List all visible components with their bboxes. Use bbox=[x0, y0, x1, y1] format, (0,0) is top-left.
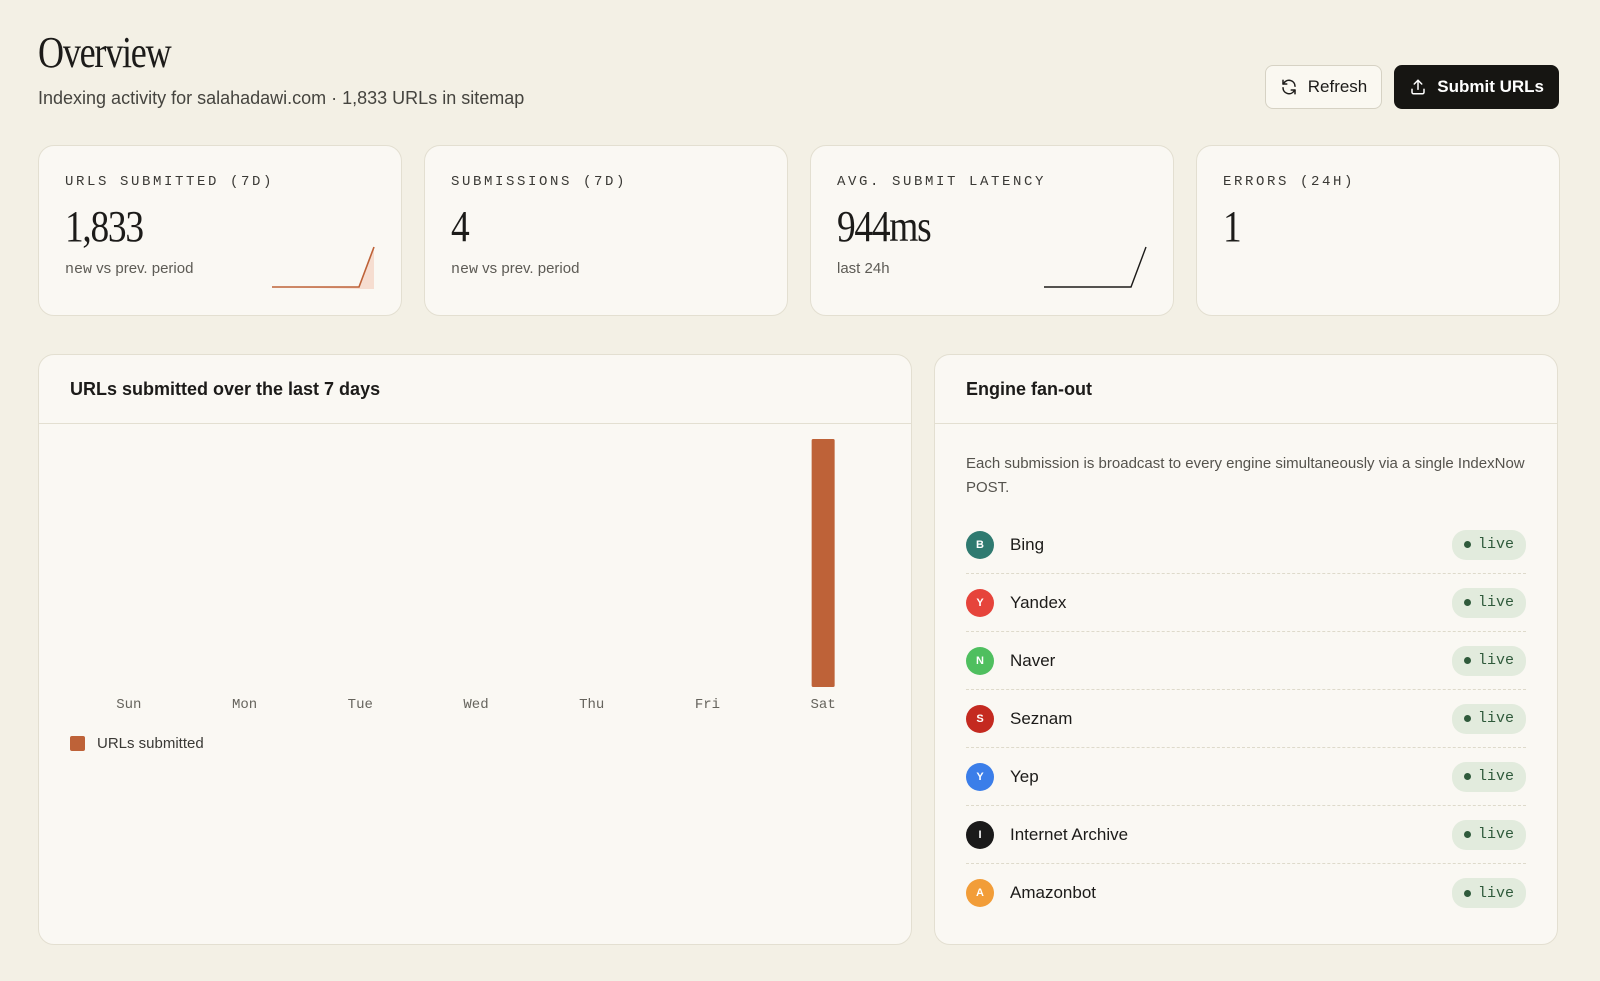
page-header: Overview Indexing activity for salahadaw… bbox=[38, 28, 524, 109]
status-dot-icon bbox=[1463, 715, 1471, 722]
stat-card-submissions: SUBMISSIONS (7D) 4 new vs prev. period bbox=[424, 145, 788, 316]
engine-row: S Seznam live bbox=[966, 690, 1526, 748]
x-tick-label-fri: Fri bbox=[695, 697, 720, 713]
chart-panel-title: URLs submitted over the last 7 days bbox=[39, 355, 911, 424]
stat-value: 944ms bbox=[837, 202, 932, 251]
status-text: live bbox=[1477, 594, 1514, 611]
live-status-badge: live bbox=[1451, 587, 1526, 618]
x-tick-label-sat: Sat bbox=[811, 697, 836, 713]
engine-name: Seznam bbox=[1010, 708, 1073, 728]
submit-urls-button-label: Submit URLs bbox=[1437, 77, 1544, 96]
urls-chart-panel: URLs submitted over the last 7 days Sun M… bbox=[38, 354, 912, 945]
stat-note-mono: new bbox=[65, 261, 93, 278]
submit-urls-button[interactable]: Submit URLs bbox=[1394, 65, 1559, 109]
stat-value: 1 bbox=[1223, 202, 1242, 251]
engine-name: Amazonbot bbox=[1010, 883, 1096, 902]
engine-avatar: B bbox=[966, 530, 994, 559]
page-subtitle: Indexing activity for salahadawi.com · 1… bbox=[38, 88, 525, 108]
engine-name: Naver bbox=[1010, 650, 1056, 670]
status-dot-icon bbox=[1463, 831, 1471, 838]
urls-bar-chart: Sun Mon Tue Wed Thu Fri Sat bbox=[116, 439, 836, 713]
engine-avatar: S bbox=[966, 704, 994, 733]
refresh-button-label: Refresh bbox=[1307, 77, 1368, 96]
engine-name: Yandex bbox=[1010, 592, 1067, 612]
chart-legend: URLs submitted bbox=[70, 735, 204, 752]
engine-row: N Naver live bbox=[966, 632, 1526, 690]
x-tick-label-wed: Wed bbox=[463, 697, 488, 713]
stat-label: URLS SUBMITTED (7D) bbox=[65, 174, 275, 190]
engine-name: Yep bbox=[1010, 766, 1039, 786]
status-text: live bbox=[1477, 710, 1514, 727]
x-tick-label-mon: Mon bbox=[232, 697, 257, 713]
live-status-badge: live bbox=[1451, 878, 1526, 908]
engine-avatar: I bbox=[966, 820, 994, 849]
upload-icon bbox=[1411, 79, 1426, 95]
engine-row: B Bing live bbox=[966, 516, 1526, 574]
engine-name: Bing bbox=[1010, 534, 1045, 554]
header-actions: Refresh Submit URLs bbox=[1264, 65, 1559, 109]
refresh-button[interactable]: Refresh bbox=[1264, 65, 1383, 109]
engine-row: I Internet Archive live bbox=[966, 806, 1526, 864]
status-text: live bbox=[1477, 768, 1514, 785]
status-text: live bbox=[1477, 826, 1514, 843]
status-dot-icon bbox=[1463, 657, 1471, 664]
stat-note-text: last 24h bbox=[837, 260, 890, 277]
refresh-icon bbox=[1281, 79, 1296, 95]
stat-card-avg-latency: AVG. SUBMIT LATENCY 944ms last 24h bbox=[810, 145, 1174, 316]
live-status-badge: live bbox=[1451, 529, 1526, 560]
stat-card-urls-submitted: URLS SUBMITTED (7D) 1,833 new vs prev. p… bbox=[38, 145, 402, 316]
status-dot-icon bbox=[1463, 773, 1471, 780]
legend-swatch bbox=[70, 736, 85, 751]
x-tick-label-thu: Thu bbox=[579, 697, 604, 713]
engine-avatar: A bbox=[966, 879, 994, 907]
stat-card-errors: ERRORS (24H) 1 bbox=[1196, 145, 1560, 316]
status-dot-icon bbox=[1463, 541, 1471, 548]
engine-row: A Amazonbot live bbox=[966, 864, 1526, 922]
status-dot-icon bbox=[1463, 889, 1471, 897]
stat-note-text: vs prev. period bbox=[92, 260, 194, 277]
engine-avatar: Y bbox=[966, 762, 994, 791]
status-text: live bbox=[1477, 536, 1514, 553]
stat-value: 1,833 bbox=[65, 202, 144, 251]
engine-row: Y Yep live bbox=[966, 748, 1526, 806]
sparkline-urls-submitted bbox=[272, 246, 375, 289]
engine-list: B Bing live Y Yandex live N Naver live S… bbox=[935, 516, 1557, 922]
live-status-badge: live bbox=[1451, 645, 1526, 676]
engine-avatar: Y bbox=[966, 588, 994, 617]
x-tick-label-sun: Sun bbox=[116, 697, 141, 713]
x-tick-label-tue: Tue bbox=[348, 697, 373, 713]
bar-sat bbox=[811, 439, 835, 687]
engine-fanout-panel: Engine fan-out Each submission is broadc… bbox=[934, 354, 1558, 945]
status-dot-icon bbox=[1463, 599, 1471, 606]
stat-label: AVG. SUBMIT LATENCY bbox=[837, 174, 1047, 190]
stat-cards: URLS SUBMITTED (7D) 1,833 new vs prev. p… bbox=[38, 145, 1560, 316]
stat-note-mono: new bbox=[451, 261, 479, 278]
engine-name: Internet Archive bbox=[1010, 824, 1129, 844]
stat-value: 4 bbox=[451, 202, 470, 251]
live-status-badge: live bbox=[1451, 703, 1526, 734]
live-status-badge: live bbox=[1451, 761, 1526, 792]
status-text: live bbox=[1477, 652, 1514, 669]
stat-label: SUBMISSIONS (7D) bbox=[451, 174, 628, 190]
sparkline-latency bbox=[1044, 246, 1147, 288]
status-text: live bbox=[1477, 884, 1514, 902]
page-title: Overview bbox=[38, 28, 172, 77]
engine-row: Y Yandex live bbox=[966, 574, 1526, 632]
engine-panel-title: Engine fan-out bbox=[935, 355, 1557, 424]
live-status-badge: live bbox=[1451, 819, 1526, 850]
engine-description: Each submission is broadcast to every en… bbox=[966, 455, 1525, 496]
engine-avatar: N bbox=[966, 646, 994, 675]
stat-note-text: vs prev. period bbox=[478, 260, 580, 277]
legend-label: URLs submitted bbox=[97, 735, 204, 752]
stat-label: ERRORS (24H) bbox=[1223, 174, 1356, 190]
stat-note: new vs prev. period bbox=[451, 260, 761, 278]
